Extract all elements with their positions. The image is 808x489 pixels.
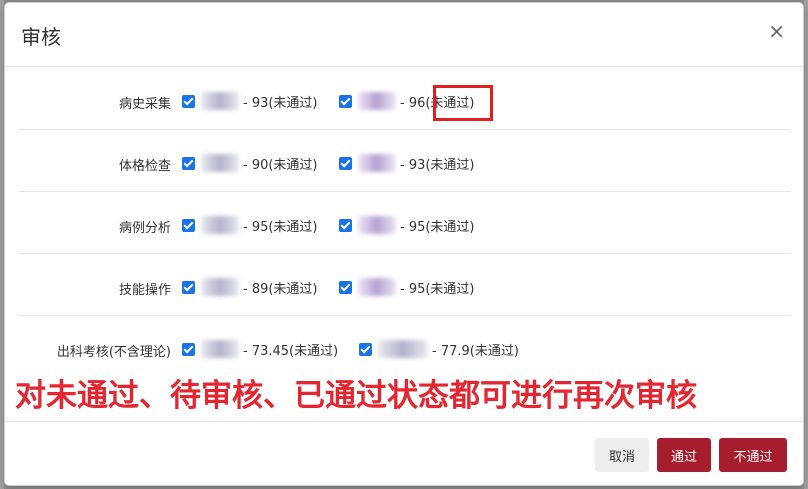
blurred-name xyxy=(358,92,396,110)
checked-checkbox[interactable] xyxy=(182,280,195,294)
review-item[interactable]: - 77.9(未通过) xyxy=(359,340,519,359)
score-text: - 89(未通过) xyxy=(243,281,318,297)
review-item[interactable]: - 95(未通过) xyxy=(339,216,475,235)
blurred-name xyxy=(201,92,239,110)
row-label: 病史采集 xyxy=(118,97,171,112)
row-label: 病例分析 xyxy=(118,221,171,236)
blurred-name xyxy=(358,154,396,172)
review-item[interactable]: - 89(未通过) xyxy=(182,278,318,297)
checked-checkbox[interactable] xyxy=(182,94,195,108)
background-page-edge-right xyxy=(804,0,808,489)
annotation-overlay-text: 对未通过、待审核、已通过状态都可进行再次审核 xyxy=(15,378,697,414)
review-row-department-exam: 出科考核(不含理论) - 73.45(未通过) - 77.9(未通过) xyxy=(19,316,791,378)
score-text: - 95(未通过) xyxy=(400,219,475,235)
review-item[interactable]: - 95(未通过) xyxy=(339,278,475,297)
row-label: 体格检查 xyxy=(118,159,171,174)
review-item-list: 病史采集 - 93(未通过) - 96(未通过) 体格检查 - 90(未通过) xyxy=(19,68,791,378)
review-row-physical-exam: 体格检查 - 90(未通过) - 93(未通过) xyxy=(19,130,791,192)
blurred-name xyxy=(358,216,396,234)
checked-checkbox[interactable] xyxy=(339,218,352,232)
modal-title: 审核 xyxy=(21,25,61,49)
review-row-history: 病史采集 - 93(未通过) - 96(未通过) xyxy=(19,68,791,130)
checked-checkbox[interactable] xyxy=(339,280,352,294)
score-text: - 93(未通过) xyxy=(243,95,318,111)
blurred-name xyxy=(201,278,239,296)
review-item[interactable]: - 90(未通过) xyxy=(182,154,318,173)
score-text: - 77.9(未通过) xyxy=(432,343,519,359)
cancel-button[interactable]: 取消 xyxy=(595,438,649,472)
score-text: - 93(未通过) xyxy=(400,157,475,173)
modal-header: 审核 × xyxy=(5,3,803,67)
score-text: - 95(未通过) xyxy=(243,219,318,235)
checked-checkbox[interactable] xyxy=(339,156,352,170)
review-item[interactable]: - 73.45(未通过) xyxy=(182,340,339,359)
score-text: - 90(未通过) xyxy=(243,157,318,173)
close-button[interactable]: × xyxy=(768,19,785,43)
row-label: 技能操作 xyxy=(118,283,171,298)
score-text: - 73.45(未通过) xyxy=(243,343,339,359)
score-text: - 95(未通过) xyxy=(400,281,475,297)
checked-checkbox[interactable] xyxy=(182,156,195,170)
review-item[interactable]: - 93(未通过) xyxy=(182,92,318,111)
blurred-name xyxy=(358,278,396,296)
checked-checkbox[interactable] xyxy=(182,218,195,232)
blurred-name xyxy=(201,340,239,358)
checked-checkbox[interactable] xyxy=(339,94,352,108)
review-item[interactable]: - 95(未通过) xyxy=(182,216,318,235)
pass-button[interactable]: 通过 xyxy=(657,438,711,472)
blurred-name xyxy=(201,154,239,172)
review-item[interactable]: - 93(未通过) xyxy=(339,154,475,173)
blurred-name xyxy=(201,216,239,234)
review-row-case-analysis: 病例分析 - 95(未通过) - 95(未通过) xyxy=(19,192,791,254)
modal-footer: 取消 通过 不通过 xyxy=(5,421,803,485)
checked-checkbox[interactable] xyxy=(359,342,372,356)
blurred-name xyxy=(378,340,428,358)
checked-checkbox[interactable] xyxy=(182,342,195,356)
highlight-box xyxy=(433,85,493,121)
fail-button[interactable]: 不通过 xyxy=(719,438,787,472)
review-modal: 审核 × 病史采集 - 93(未通过) - 96(未通过) 体格检查 - 90(… xyxy=(4,2,804,486)
row-label: 出科考核(不含理论) xyxy=(56,345,171,360)
review-row-skill-operation: 技能操作 - 89(未通过) - 95(未通过) xyxy=(19,254,791,316)
